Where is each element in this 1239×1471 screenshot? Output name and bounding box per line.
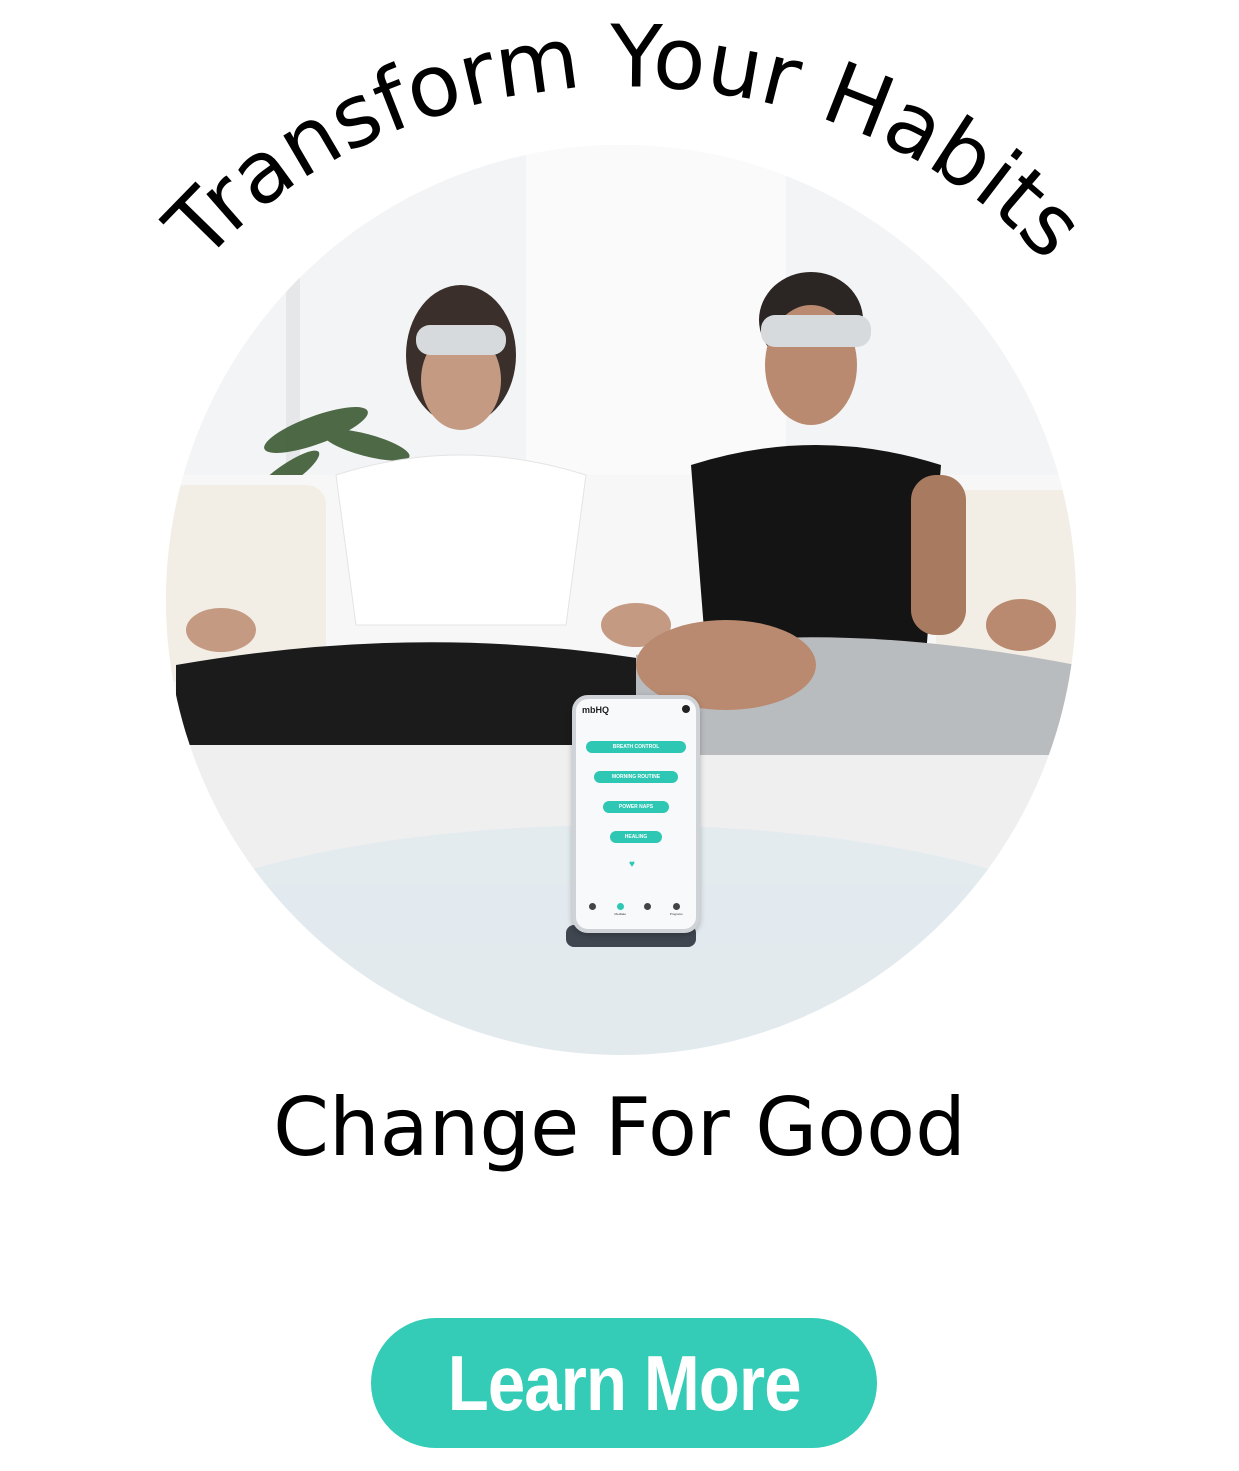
programs-icon xyxy=(672,903,680,910)
nav-icon xyxy=(644,903,652,910)
phone-menu-item: POWER NAPS xyxy=(603,801,669,813)
hero-photo: mbHQ BREATH CONTROL MORNING ROUTINE POWE… xyxy=(166,145,1076,1055)
phone-nav-label: Programs xyxy=(669,912,683,916)
phone-menu-item: BREATH CONTROL xyxy=(586,741,686,753)
phone-nav-item: Meditate xyxy=(614,903,627,923)
phone-brand: mbHQ xyxy=(582,705,609,715)
nav-icon xyxy=(589,903,597,910)
phone-nav-label: Meditate xyxy=(614,912,627,916)
phone-nav-item xyxy=(589,903,597,923)
subtitle: Change For Good xyxy=(273,1081,966,1174)
learn-more-label: Learn More xyxy=(447,1338,802,1427)
phone-nav-item xyxy=(644,903,652,923)
phone-nav-item: Programs xyxy=(670,903,683,923)
phone-menu-item: MORNING ROUTINE xyxy=(594,771,678,783)
meditate-icon xyxy=(616,903,624,910)
learn-more-button[interactable]: Learn More xyxy=(371,1318,877,1448)
phone-nav-bar: Meditate Programs xyxy=(580,903,692,923)
phone-menu-item: HEALING xyxy=(610,831,662,843)
phone-mockup: mbHQ BREATH CONTROL MORNING ROUTINE POWE… xyxy=(572,695,700,933)
phone-menu-icon xyxy=(682,705,690,713)
heart-icon: ♥ xyxy=(629,859,635,870)
